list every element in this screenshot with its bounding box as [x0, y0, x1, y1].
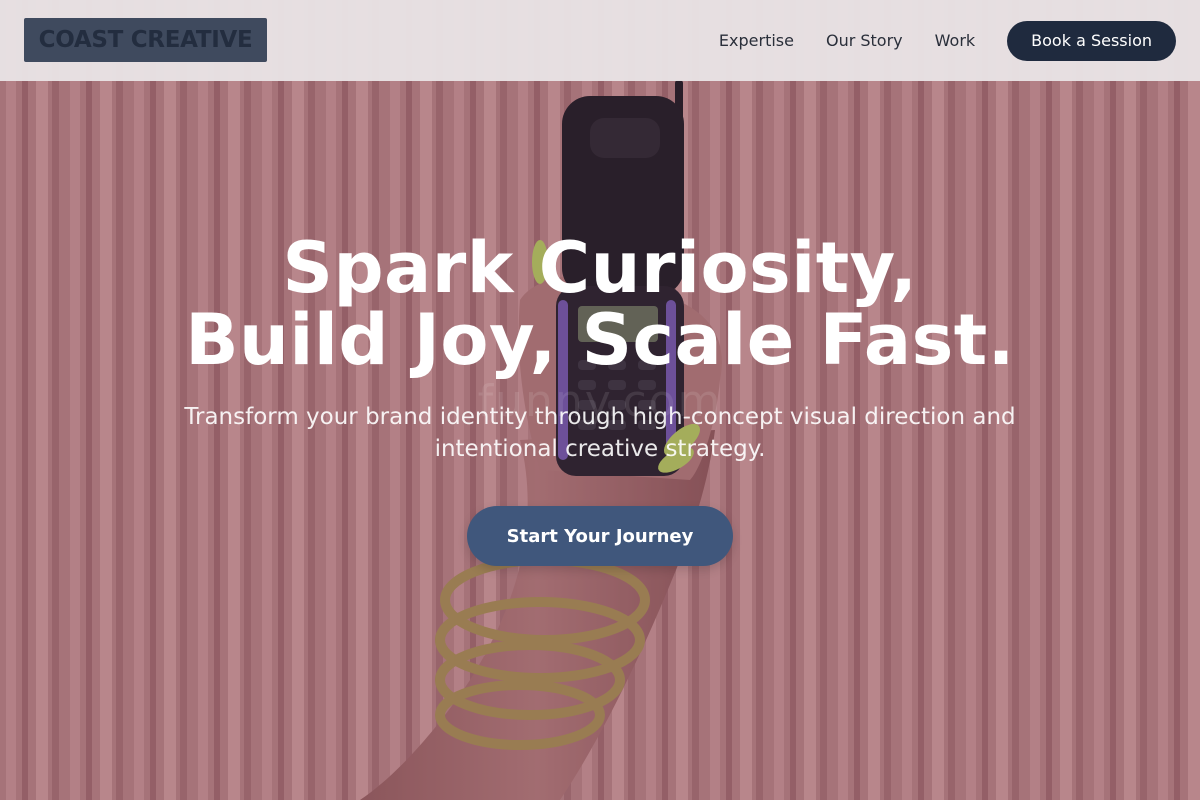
- hero-subtitle: Transform your brand identity through hi…: [184, 404, 1016, 462]
- hero-section: Spark Curiosity, Build Joy, Scale Fast. …: [0, 0, 1200, 800]
- nav-link-expertise[interactable]: Expertise: [719, 31, 794, 50]
- start-journey-button[interactable]: Start Your Journey: [467, 506, 733, 566]
- site-header: COAST CREATIVE Expertise Our Story Work …: [0, 0, 1200, 81]
- nav-link-work[interactable]: Work: [935, 31, 976, 50]
- hero-title-line-2: Build Joy, Scale Fast.: [185, 299, 1015, 381]
- brand-logo[interactable]: COAST CREATIVE: [24, 18, 267, 62]
- nav-link-our-story[interactable]: Our Story: [826, 31, 903, 50]
- landing-page: COAST CREATIVE Expertise Our Story Work …: [0, 0, 1200, 800]
- book-session-button[interactable]: Book a Session: [1007, 20, 1176, 61]
- hero-title: Spark Curiosity, Build Joy, Scale Fast.: [0, 232, 1200, 376]
- main-nav: Expertise Our Story Work Book a Session: [719, 0, 1200, 81]
- hero-title-line-1: Spark Curiosity,: [282, 227, 918, 309]
